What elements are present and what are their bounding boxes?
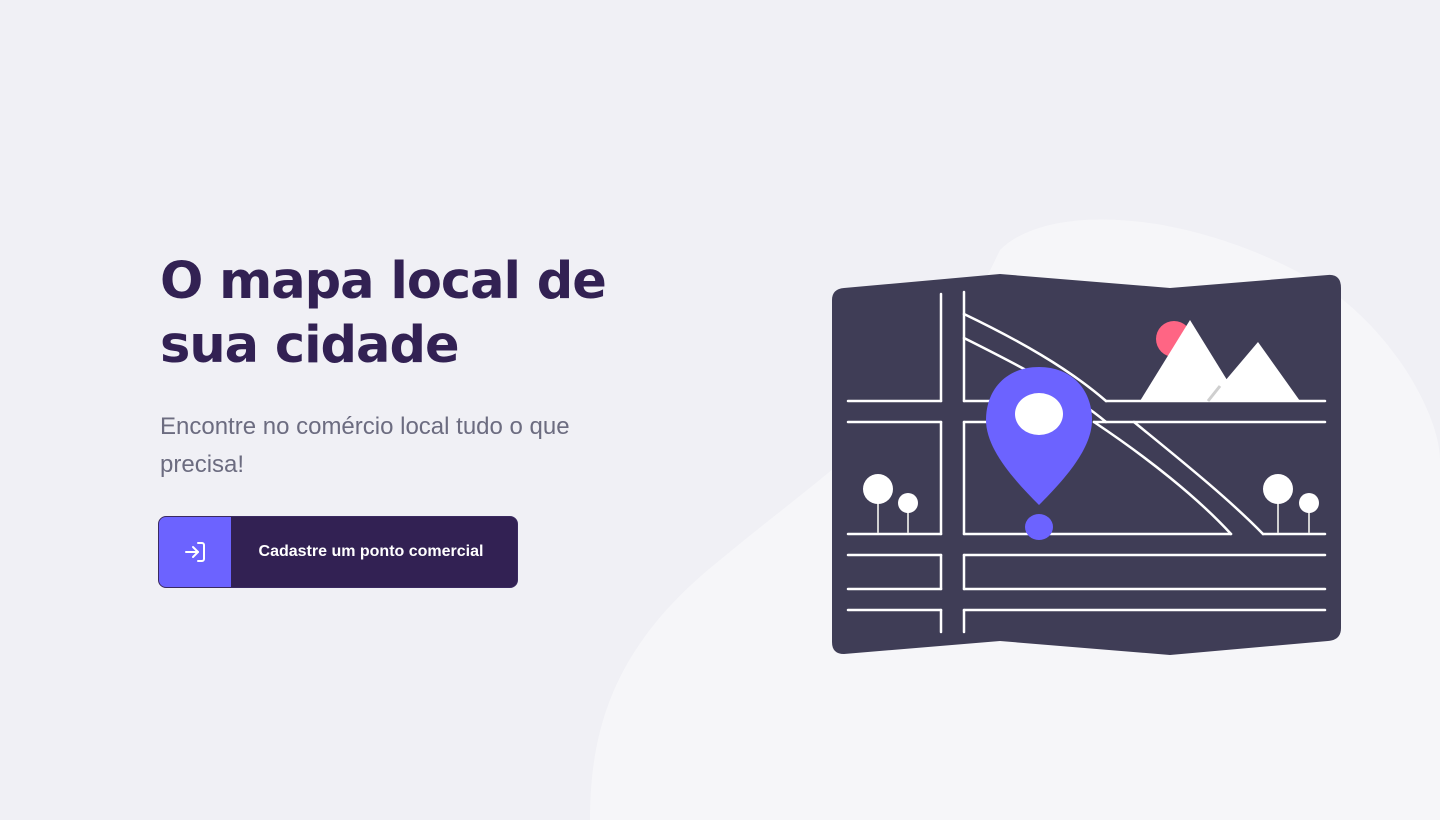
hero-title-line1: O mapa local de (160, 252, 607, 311)
register-point-label: Cadastre um ponto comercial (258, 543, 484, 560)
log-in-icon (159, 517, 231, 587)
hero-title-line2: sua cidade (160, 316, 460, 375)
hero-subtitle: Encontre no comércio local tudo o que pr… (160, 413, 570, 478)
hero-section: O mapa local de sua cidade Encontre no c… (160, 250, 620, 484)
folded-city-map-illustration (832, 274, 1341, 655)
hero-title: O mapa local de sua cidade (160, 250, 620, 378)
map-body (832, 274, 1341, 655)
register-point-button[interactable]: Cadastre um ponto comercial (158, 516, 518, 588)
